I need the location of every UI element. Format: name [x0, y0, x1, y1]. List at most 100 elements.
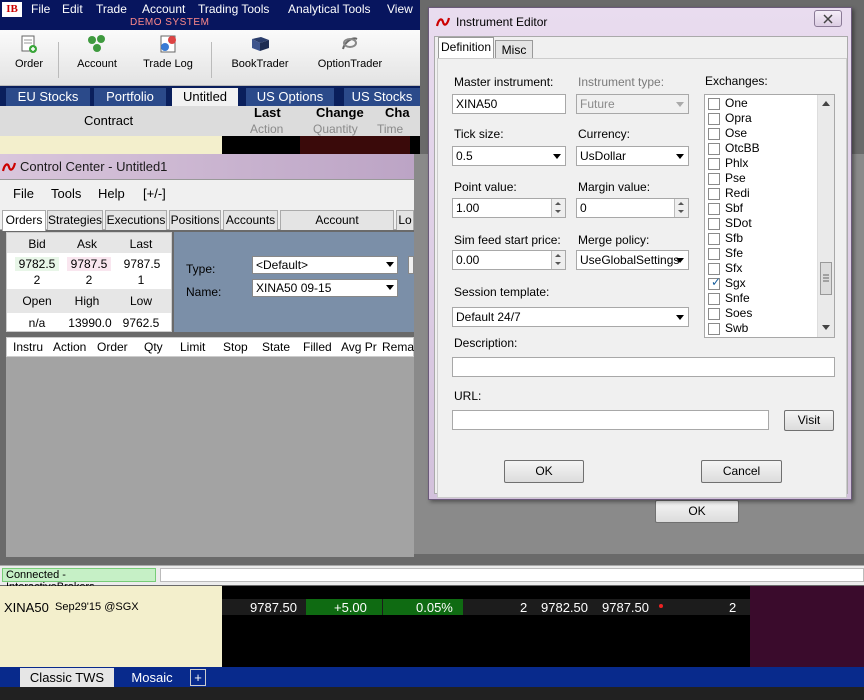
col-avg-price[interactable]: Avg Pr — [341, 340, 377, 354]
tab-executions[interactable]: Executions — [105, 210, 167, 230]
close-button[interactable] — [814, 10, 842, 27]
cc-menu-expand[interactable]: [+/-] — [143, 186, 166, 201]
cc-menu-help[interactable]: Help — [98, 186, 125, 201]
order-button[interactable]: Order — [10, 34, 48, 70]
visit-button[interactable]: Visit — [784, 410, 834, 431]
currency-select[interactable]: UsDollar — [576, 146, 689, 166]
menu-trade[interactable]: Trade — [96, 2, 127, 16]
cc-menu-file[interactable]: File — [13, 186, 34, 201]
trade-log-button[interactable]: Trade Log — [137, 34, 199, 70]
col-state[interactable]: State — [262, 340, 290, 354]
menu-analytical-tools[interactable]: Analytical Tools — [288, 2, 371, 16]
tab-classic-tws[interactable]: Classic TWS — [20, 668, 114, 687]
exchange-checkbox[interactable] — [708, 143, 720, 155]
col-filled[interactable]: Filled — [303, 340, 332, 354]
scroll-down-icon[interactable] — [822, 325, 830, 330]
tab-portfolio[interactable]: Portfolio — [94, 88, 166, 106]
col-stop[interactable]: Stop — [223, 340, 248, 354]
col-action[interactable]: Action — [53, 340, 86, 354]
tab-account-performance[interactable]: Account Performance — [280, 210, 394, 245]
col-limit[interactable]: Limit — [180, 340, 205, 354]
exchange-checkbox[interactable] — [708, 293, 720, 305]
col-order[interactable]: Order — [97, 340, 128, 354]
menu-file[interactable]: File — [31, 2, 50, 16]
exchange-checkbox[interactable] — [708, 233, 720, 245]
scroll-up-icon[interactable] — [822, 101, 830, 106]
merge-policy-select[interactable]: UseGlobalSettings — [576, 250, 689, 270]
toolbar-divider — [211, 42, 212, 78]
exchange-checkbox[interactable] — [708, 128, 720, 140]
quote-high-value: 13990.0 — [68, 316, 112, 330]
tab-accounts[interactable]: Accounts — [223, 210, 278, 230]
menu-edit[interactable]: Edit — [62, 2, 83, 16]
tick-size-select[interactable]: 0.5 — [452, 146, 566, 166]
margin-value-spinner[interactable] — [674, 199, 688, 217]
point-value-spinner[interactable] — [551, 199, 565, 217]
trade-log-icon — [160, 35, 176, 53]
app-logo-icon — [436, 17, 450, 27]
exchange-checkbox[interactable] — [708, 323, 720, 335]
exchanges-list[interactable]: One Opra Ose OtcBB Phlx Pse Redi Sbf SDot Sfb Sfe S… — [704, 94, 835, 338]
exchange-checkbox[interactable] — [708, 188, 720, 200]
exchange-checkbox[interactable] — [708, 203, 720, 215]
name-select[interactable]: XINA50 09-15 — [252, 279, 398, 297]
exchange-checkbox[interactable]: ✓ — [708, 276, 721, 290]
quote-ask-size: 2 — [85, 273, 93, 287]
exchange-checkbox[interactable] — [708, 248, 720, 260]
description-input[interactable] — [452, 357, 835, 377]
tab-eu-stocks[interactable]: EU Stocks — [6, 88, 90, 106]
menu-trading-tools[interactable]: Trading Tools — [198, 2, 269, 16]
tab-definition[interactable]: Definition — [438, 37, 494, 60]
menu-account[interactable]: Account — [142, 2, 185, 16]
orders-table-body[interactable] — [6, 357, 414, 557]
exchanges-label: Exchanges: — [705, 74, 768, 88]
col-remaining[interactable]: Remai — [382, 340, 414, 354]
type-select[interactable]: <Default> — [252, 256, 398, 274]
column-action: Action — [250, 122, 284, 136]
cancel-button[interactable]: Cancel — [701, 460, 782, 483]
tab-log[interactable]: Lo — [396, 210, 414, 230]
exchange-checkbox[interactable] — [708, 98, 720, 110]
exchange-checkbox[interactable] — [708, 218, 720, 230]
exchange-checkbox[interactable] — [708, 173, 720, 185]
tab-strategies[interactable]: Strategies — [47, 210, 103, 230]
sim-feed-spinner[interactable] — [551, 251, 565, 269]
master-instrument-input[interactable]: XINA50 — [452, 94, 566, 114]
chevron-down-icon — [386, 262, 394, 267]
tab-orders[interactable]: Orders — [2, 210, 46, 231]
ticker-last: 9787.50 — [250, 600, 297, 615]
scroll-thumb[interactable] — [820, 262, 832, 295]
order-indicator-dot — [659, 604, 663, 608]
control-center-titlebar: Control Center - Untitled1 — [0, 154, 414, 180]
cc-menu-tools[interactable]: Tools — [51, 186, 81, 201]
exchange-checkbox[interactable] — [708, 308, 720, 320]
tab-us-options[interactable]: US Options — [246, 88, 334, 106]
column-quantity: Quantity — [313, 122, 358, 136]
col-instrument[interactable]: Instru — [13, 340, 43, 354]
col-qty[interactable]: Qty — [144, 340, 163, 354]
exchanges-scrollbar[interactable] — [817, 95, 834, 337]
point-value-input[interactable]: 1.00 — [452, 198, 566, 218]
margin-value-input[interactable]: 0 — [576, 198, 689, 218]
add-tab-button[interactable]: + — [190, 669, 206, 686]
quote-ask-value: 9787.5 — [67, 257, 111, 271]
trade-log-button-label: Trade Log — [143, 58, 193, 70]
optiontrader-button[interactable]: OptionTrader — [311, 34, 389, 70]
menu-view[interactable]: View — [387, 2, 413, 16]
ticker-row[interactable]: XINA50 Sep29'15 @SGX 9787.50 +5.00 0.05%… — [0, 599, 750, 615]
exchange-checkbox[interactable] — [708, 158, 720, 170]
background-ok-button[interactable]: OK — [655, 500, 739, 523]
sim-feed-input[interactable]: 0.00 — [452, 250, 566, 270]
tab-positions[interactable]: Positions — [169, 210, 221, 230]
exchange-checkbox[interactable] — [708, 263, 720, 275]
tab-untitled[interactable]: Untitled — [172, 88, 238, 106]
booktrader-button[interactable]: BookTrader — [226, 34, 294, 70]
ok-button[interactable]: OK — [504, 460, 584, 483]
control-center-title: Control Center - Untitled1 — [20, 159, 168, 174]
exchange-checkbox[interactable] — [708, 113, 720, 125]
account-button[interactable]: Account — [74, 34, 120, 70]
tab-mosaic[interactable]: Mosaic — [118, 668, 186, 687]
url-input[interactable] — [452, 410, 769, 430]
tab-us-stocks[interactable]: US Stocks — [344, 88, 420, 106]
session-template-select[interactable]: Default 24/7 — [452, 307, 689, 327]
